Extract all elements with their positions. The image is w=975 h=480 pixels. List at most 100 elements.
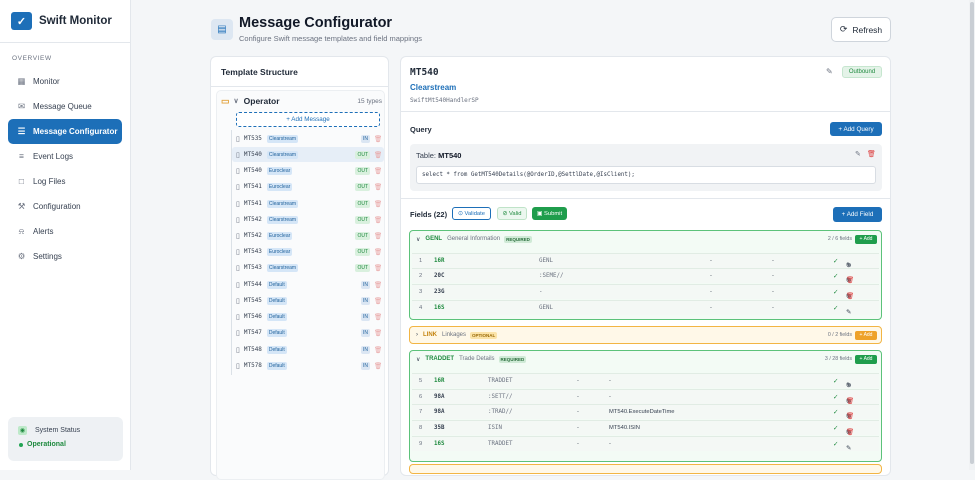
- field-row[interactable]: 7 98A:TRAD//- MT540.ExecuteDateTime ✓ ✎ ⊕ 🗑: [412, 404, 879, 420]
- sidebar-item-monitor[interactable]: ▦ Monitor: [8, 69, 122, 94]
- provider-tag: Default: [266, 328, 287, 337]
- submit-button[interactable]: ▣ Submit: [532, 207, 567, 220]
- template-item-mt543[interactable]: ▯ MT543 Clearstream OUT 🗑: [232, 260, 384, 275]
- chevron-down-icon[interactable]: ∨: [416, 356, 420, 363]
- field-group-header[interactable]: ∨ TRADDET Trade Details REQUIRED 3 / 28 fiel…: [410, 351, 881, 367]
- field-row[interactable]: 2 20C:SEME//- - ✓ ✎ ⊕ 🗑: [412, 268, 879, 284]
- validate-button[interactable]: ⊙ Validate: [452, 207, 491, 220]
- chevron-down-icon[interactable]: ∨: [416, 236, 420, 243]
- field-row[interactable]: 6 98A:SETT//- - ✓ ✎ ⊕ 🗑: [412, 389, 879, 405]
- check-icon: ✓: [833, 441, 839, 448]
- sidebar-item-configuration[interactable]: ⚒ Configuration: [8, 194, 122, 219]
- trash-icon[interactable]: 🗑: [374, 329, 382, 337]
- sidebar-item-log-files[interactable]: □ Log Files: [8, 169, 122, 194]
- provider-tag: Clearstream: [266, 199, 299, 208]
- template-item-mt544[interactable]: ▯ MT544 Default IN 🗑: [232, 277, 384, 292]
- template-item-mt578[interactable]: ▯ MT578 Default IN 🗑: [232, 358, 384, 373]
- app-logo[interactable]: ✓ Swift Monitor: [0, 0, 130, 43]
- trash-icon[interactable]: 🗑: [374, 297, 382, 305]
- edit-icon[interactable]: ✎: [826, 67, 833, 76]
- template-item-mt542[interactable]: ▯ MT542 Euroclear OUT 🗑: [232, 228, 384, 243]
- template-item-mt540[interactable]: ▯ MT540 Euroclear OUT 🗑: [232, 163, 384, 178]
- refresh-button[interactable]: ⟳ Refresh: [831, 17, 891, 42]
- document-icon: ▯: [236, 183, 240, 191]
- operator-label: Operator: [243, 96, 280, 106]
- document-icon: ☰: [17, 126, 26, 136]
- template-item-mt545[interactable]: ▯ MT545 Default IN 🗑: [232, 293, 384, 308]
- field-group-header[interactable]: ∨ GENL General Information REQUIRED 2 / 6 fi…: [410, 231, 881, 247]
- add-circle-icon[interactable]: ⊕: [846, 381, 851, 389]
- trash-icon[interactable]: 🗑: [374, 200, 382, 208]
- field-row[interactable]: 3 23G - - - ✓ ✎ ⊕ 🗑: [412, 284, 879, 300]
- scrollbar-thumb[interactable]: [970, 2, 974, 464]
- submit-label: Submit: [544, 210, 563, 217]
- operator-node[interactable]: ▭ ∨ Operator 15 types: [221, 94, 382, 108]
- field-number: 7: [419, 409, 423, 415]
- provider-tag: Default: [266, 312, 287, 321]
- trash-icon[interactable]: 🗑: [374, 281, 382, 289]
- trash-icon[interactable]: 🗑: [374, 216, 382, 224]
- field-mapping: MT540.ISIN: [609, 425, 640, 431]
- template-item-mt547[interactable]: ▯ MT547 Default IN 🗑: [232, 325, 384, 340]
- list-icon: ≡: [19, 151, 24, 161]
- trash-icon[interactable]: 🗑: [846, 276, 854, 284]
- trash-icon[interactable]: 🗑: [846, 428, 854, 436]
- template-item-mt546[interactable]: ▯ MT546 Default IN 🗑: [232, 309, 384, 324]
- message-type: MT540: [410, 67, 439, 78]
- add-field-to-group-button[interactable]: + Add: [855, 330, 877, 340]
- trash-icon[interactable]: 🗑: [374, 151, 382, 159]
- field-group-link[interactable]: › LINK Linkages OPTIONAL 0 / 2 fields + Add: [409, 326, 882, 344]
- trash-icon[interactable]: 🗑: [374, 167, 382, 175]
- field-group-header[interactable]: › LINK Linkages OPTIONAL 0 / 2 fields + Add: [410, 327, 881, 343]
- query-sql-field[interactable]: select * from GetMT540Details(@OrderID,@…: [416, 166, 876, 184]
- chevron-right-icon[interactable]: ›: [416, 332, 418, 338]
- trash-icon[interactable]: 🗑: [374, 183, 382, 191]
- add-field-button[interactable]: + Add Field: [833, 207, 882, 222]
- trash-icon[interactable]: 🗑: [374, 135, 382, 143]
- template-item-mt541[interactable]: ▯ MT541 Euroclear OUT 🗑: [232, 179, 384, 194]
- template-item-mt543[interactable]: ▯ MT543 Euroclear OUT 🗑: [232, 244, 384, 259]
- document-icon: ▯: [236, 281, 240, 289]
- edit-icon[interactable]: ✎: [846, 308, 851, 316]
- field-row[interactable]: 4 16S GENL - - ✓ ✎: [412, 300, 879, 316]
- add-query-button[interactable]: + Add Query: [830, 122, 882, 136]
- sidebar-item-event-logs[interactable]: ≡ Event Logs: [8, 144, 122, 169]
- trash-icon[interactable]: 🗑: [374, 232, 382, 240]
- trash-icon[interactable]: 🗑: [846, 292, 854, 300]
- trash-icon[interactable]: 🗑: [374, 313, 382, 321]
- inbox-icon: ✉: [17, 101, 26, 111]
- trash-icon[interactable]: 🗑: [846, 412, 854, 420]
- template-item-mt540[interactable]: ▯ MT540 Clearstream OUT 🗑: [232, 147, 384, 162]
- field-row[interactable]: 9 16S TRADDET - - ✓ ✎: [412, 436, 879, 452]
- document-icon: ▯: [236, 167, 240, 175]
- template-item-mt535[interactable]: ▯ MT535 Clearstream IN 🗑: [232, 131, 384, 146]
- add-field-to-group-button[interactable]: + Add: [855, 234, 877, 244]
- field-group-next[interactable]: [409, 464, 882, 474]
- sidebar-item-message-queue[interactable]: ✉ Message Queue: [8, 94, 122, 119]
- trash-icon[interactable]: 🗑: [374, 264, 382, 272]
- group-badge: REQUIRED: [498, 355, 527, 363]
- template-item-mt548[interactable]: ▯ MT548 Default IN 🗑: [232, 342, 384, 357]
- template-item-mt542[interactable]: ▯ MT542 Clearstream OUT 🗑: [232, 212, 384, 227]
- page-scrollbar[interactable]: [969, 0, 975, 470]
- edit-query-icon[interactable]: ✎: [855, 150, 861, 158]
- field-row[interactable]: 5 16R TRADDET - - ✓ ✎ ⊕: [412, 373, 879, 389]
- check-icon: ✓: [833, 273, 839, 280]
- sidebar-item-settings[interactable]: ⚙ Settings: [8, 244, 122, 269]
- trash-icon[interactable]: 🗑: [374, 362, 382, 370]
- chevron-down-icon[interactable]: ∨: [234, 97, 239, 105]
- provider-tag: Clearstream: [266, 263, 299, 272]
- edit-icon[interactable]: ✎: [846, 444, 851, 452]
- trash-icon[interactable]: 🗑: [374, 346, 382, 354]
- field-row[interactable]: 1 16R GENL - - ✓ ✎ ⊕: [412, 253, 879, 269]
- field-value: -: [710, 305, 712, 311]
- add-message-button[interactable]: + Add Message: [236, 112, 380, 127]
- field-row[interactable]: 8 35B ISIN - MT540.ISIN ✓ ✎ ⊕ 🗑: [412, 420, 879, 436]
- template-item-mt541[interactable]: ▯ MT541 Clearstream OUT 🗑: [232, 196, 384, 211]
- message-name: MT542: [243, 216, 262, 223]
- add-field-to-group-button[interactable]: + Add: [855, 354, 877, 364]
- delete-query-icon[interactable]: 🗑: [867, 150, 876, 158]
- sidebar-item-message-configurator[interactable]: ☰ Message Configurator: [8, 119, 122, 144]
- sidebar-item-alerts[interactable]: ⍾ Alerts: [8, 219, 122, 244]
- trash-icon[interactable]: 🗑: [374, 248, 382, 256]
